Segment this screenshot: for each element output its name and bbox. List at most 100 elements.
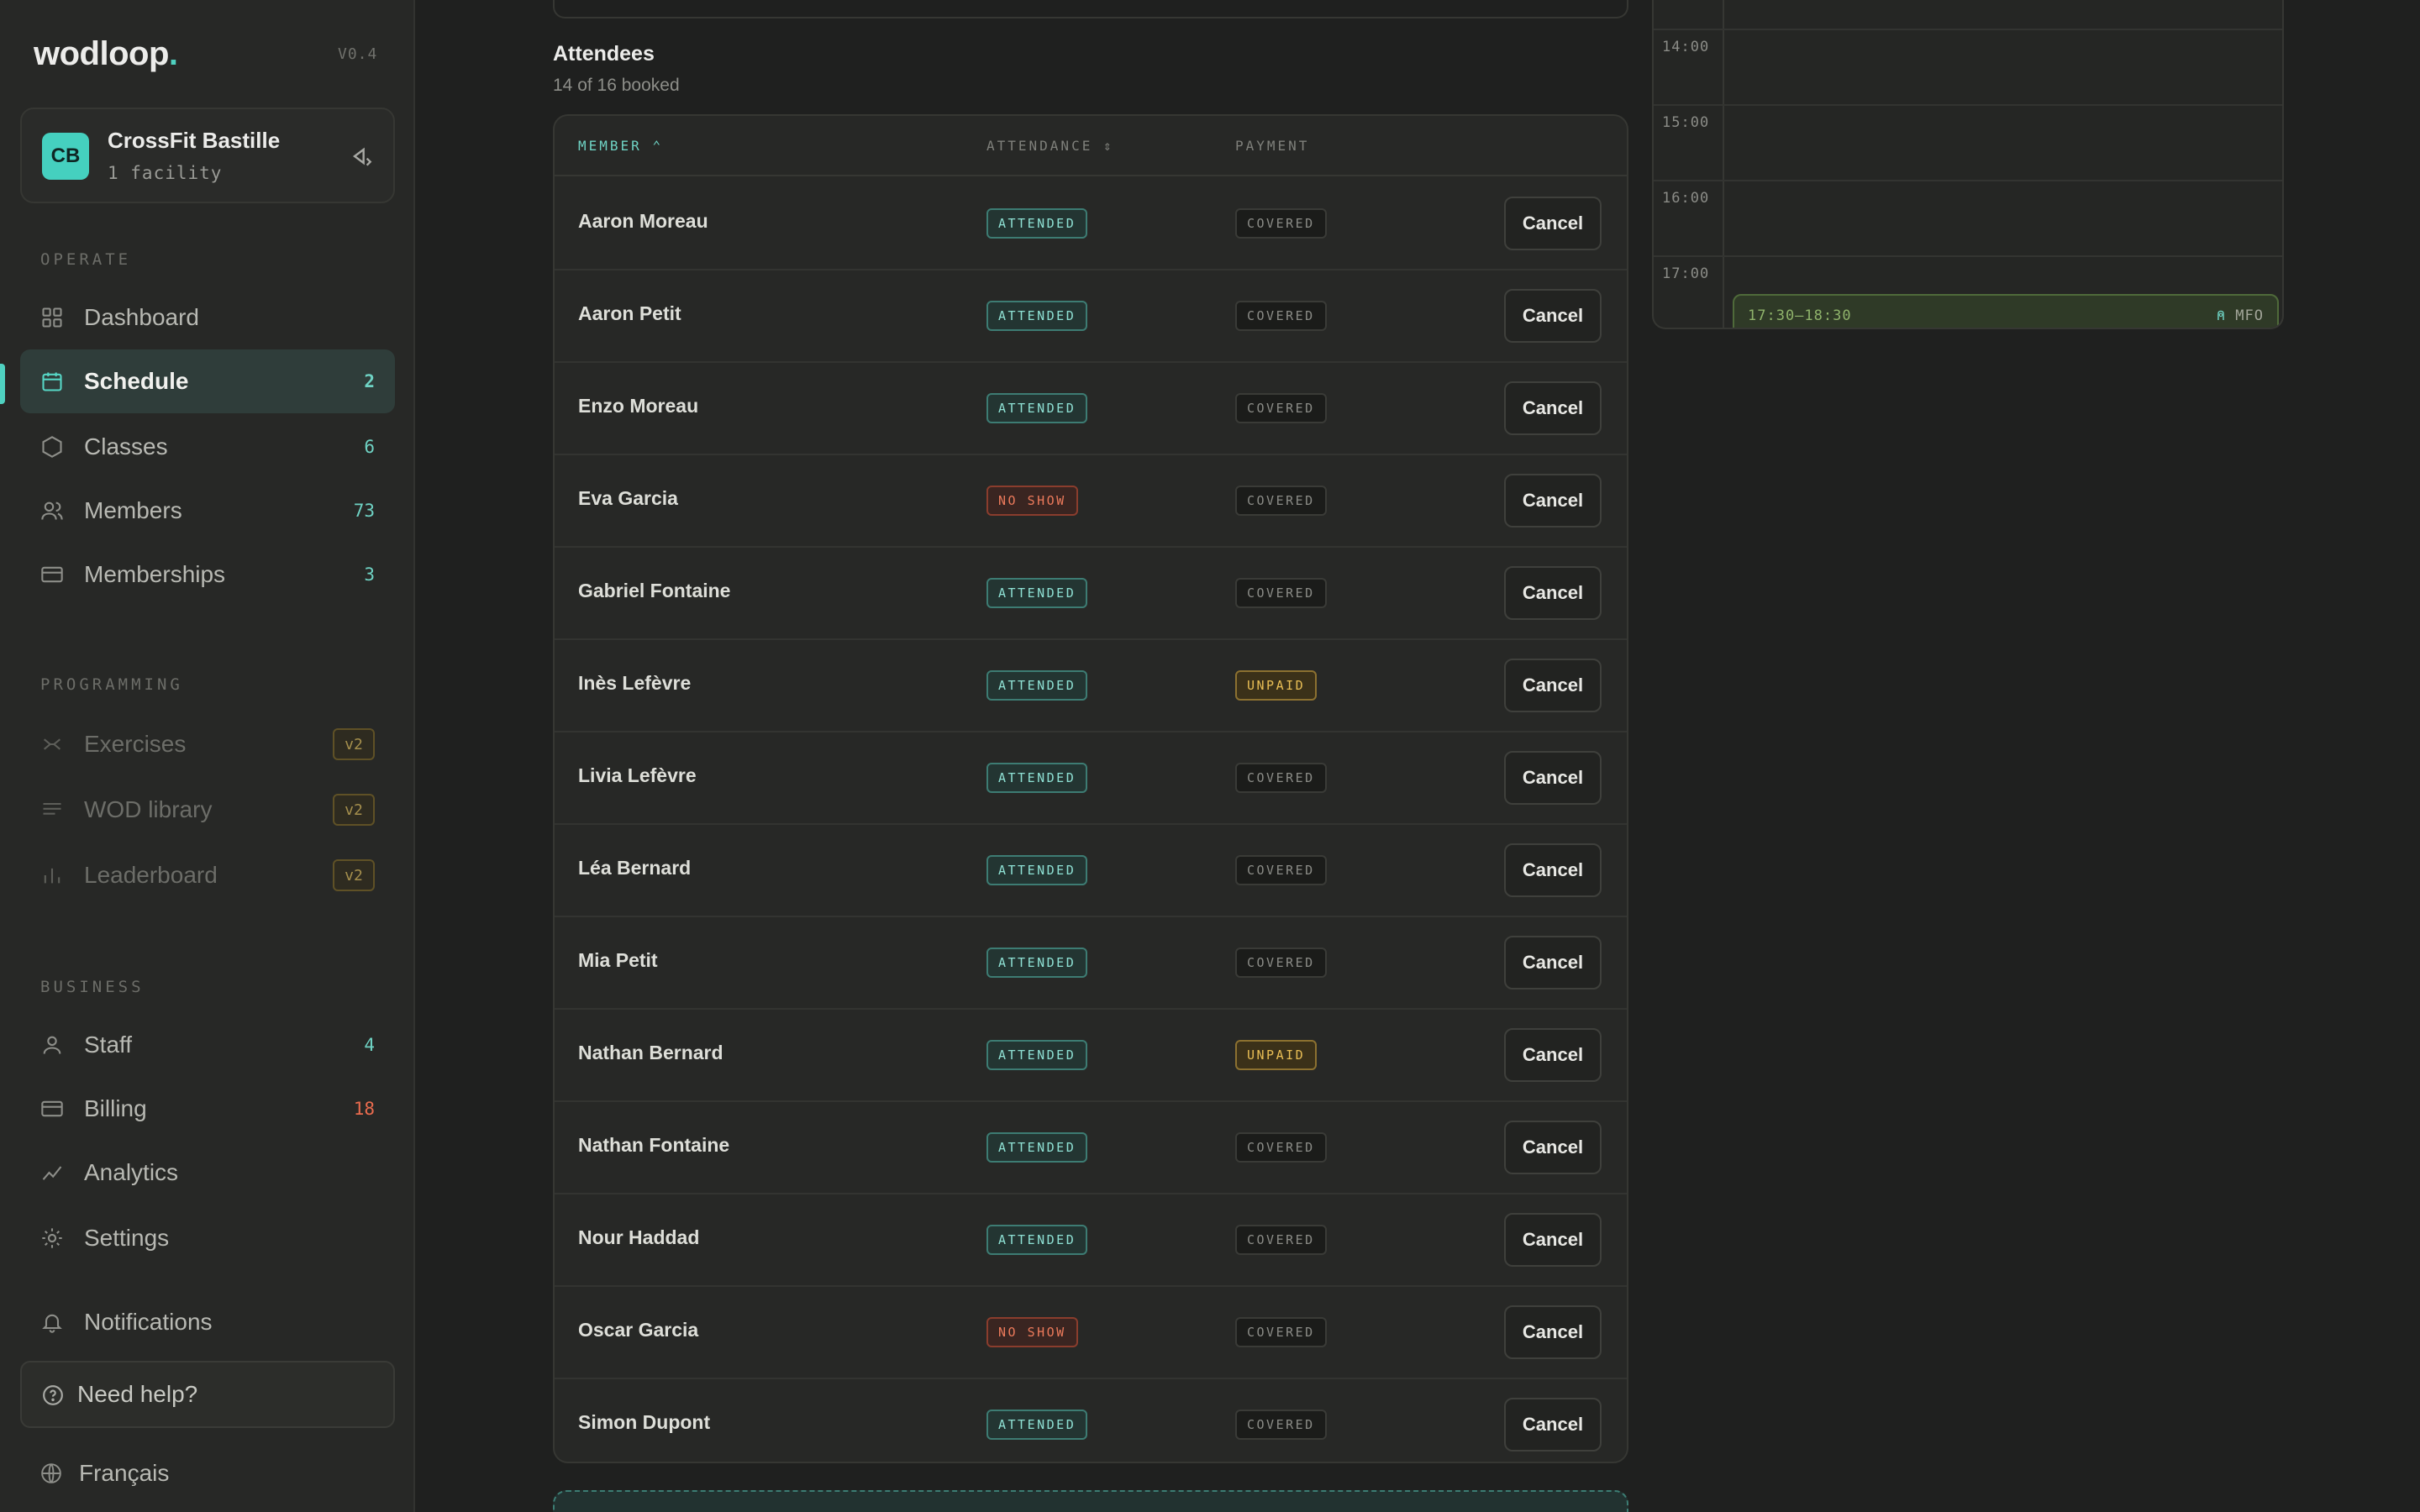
attendance-badge[interactable]: ATTENDED	[986, 670, 1088, 701]
cancel-booking-button[interactable]: Cancel	[1504, 1398, 1602, 1452]
nav-memberships[interactable]: Memberships 3	[20, 543, 395, 606]
member-name[interactable]: Enzo Moreau	[578, 395, 698, 417]
dumbbell-icon	[43, 738, 61, 750]
cancel-booking-button[interactable]: Cancel	[1504, 936, 1602, 990]
attendees-table: MEMBER ⌃ ATTENDANCE ⇕ PAYMENT Aaron More…	[553, 114, 1628, 1463]
table-row: Léa Bernard ATTENDED COVERED Cancel	[555, 825, 1627, 917]
member-name[interactable]: Oscar Garcia	[578, 1319, 698, 1341]
attendance-badge[interactable]: ATTENDED	[986, 1040, 1088, 1070]
nav-staff-count: 4	[364, 1035, 375, 1055]
attendance-badge[interactable]: NO SHOW	[986, 1317, 1078, 1347]
nav-settings[interactable]: Settings	[20, 1206, 395, 1270]
table-row: Livia Lefèvre ATTENDED COVERED Cancel	[555, 732, 1627, 825]
cancel-booking-button[interactable]: Cancel	[1504, 566, 1602, 620]
member-name[interactable]: Eva Garcia	[578, 487, 678, 510]
nav-dashboard[interactable]: Dashboard	[20, 286, 395, 349]
attendance-badge[interactable]: ATTENDED	[986, 301, 1088, 331]
payment-badge: COVERED	[1235, 763, 1327, 793]
table-header: MEMBER ⌃ ATTENDANCE ⇕ PAYMENT	[555, 116, 1627, 176]
cancel-booking-button[interactable]: Cancel	[1504, 1305, 1602, 1359]
cancel-booking-button[interactable]: Cancel	[1504, 1213, 1602, 1267]
org-switcher[interactable]: CB CrossFit Bastille 1 facility	[20, 108, 395, 203]
attendance-badge[interactable]: ATTENDED	[986, 763, 1088, 793]
hexagon-icon	[42, 436, 62, 458]
event-coach-initials: MFO	[2235, 307, 2264, 324]
brand-name: wodloop	[34, 35, 169, 72]
cancel-booking-button[interactable]: Cancel	[1504, 843, 1602, 897]
v2-badge: v2	[333, 859, 375, 891]
brand-logo[interactable]: wodloop.	[34, 35, 178, 73]
collapse-sidebar-icon[interactable]	[348, 143, 375, 170]
cancel-booking-button[interactable]: Cancel	[1504, 197, 1602, 250]
version-label: V0.4	[338, 45, 378, 63]
member-name[interactable]: Inès Lefèvre	[578, 672, 691, 695]
nav-leaderboard[interactable]: Leaderboard v2	[20, 843, 395, 907]
member-name[interactable]: Nathan Fontaine	[578, 1134, 729, 1157]
nav-notifications[interactable]: Notifications	[20, 1290, 395, 1354]
attendance-badge[interactable]: ATTENDED	[986, 208, 1088, 239]
attendance-badge[interactable]: ATTENDED	[986, 1225, 1088, 1255]
cancel-booking-button[interactable]: Cancel	[1504, 289, 1602, 343]
nav-classes-count: 6	[364, 437, 375, 457]
help-circle-icon	[43, 1385, 63, 1405]
cancel-booking-button[interactable]: Cancel	[1504, 659, 1602, 712]
nav-classes[interactable]: Classes 6	[20, 415, 395, 479]
cancel-booking-button[interactable]: Cancel	[1504, 1121, 1602, 1174]
language-switcher[interactable]: Français	[20, 1455, 169, 1492]
brand-dot: .	[168, 35, 178, 72]
payment-badge: COVERED	[1235, 208, 1327, 239]
column-payment: PAYMENT	[1235, 138, 1310, 154]
member-name[interactable]: Nour Haddad	[578, 1226, 699, 1249]
attendance-badge[interactable]: ATTENDED	[986, 948, 1088, 978]
nav-analytics[interactable]: Analytics	[20, 1141, 395, 1205]
nav-wod-library[interactable]: WOD library v2	[20, 778, 395, 842]
attendance-badge[interactable]: NO SHOW	[986, 486, 1078, 516]
nav-members-label: Members	[84, 497, 182, 523]
org-facility-count: 1 facility	[108, 163, 223, 183]
member-name[interactable]: Nathan Bernard	[578, 1042, 723, 1064]
calendar-event[interactable]: 17:30–18:30 ⍝ MFO	[1733, 294, 2279, 328]
hour-line	[1654, 255, 2282, 257]
add-attendee-dropzone[interactable]	[553, 1490, 1628, 1512]
card-icon	[41, 566, 63, 583]
nav-notifications-label: Notifications	[84, 1309, 213, 1335]
nav-settings-label: Settings	[84, 1225, 170, 1251]
nav-wod-library-label: WOD library	[84, 796, 213, 822]
sort-asc-icon: ⌃	[652, 138, 664, 154]
nav-staff[interactable]: Staff 4	[20, 1013, 395, 1077]
grid-icon	[42, 307, 62, 328]
column-attendance[interactable]: ATTENDANCE ⇕	[986, 138, 1114, 154]
member-name[interactable]: Mia Petit	[578, 949, 658, 972]
event-coach: ⍝ MFO	[2217, 307, 2264, 324]
attendance-badge[interactable]: ATTENDED	[986, 1410, 1088, 1440]
member-name[interactable]: Simon Dupont	[578, 1411, 710, 1434]
card-icon	[41, 1100, 63, 1117]
table-row: Aaron Petit ATTENDED COVERED Cancel	[555, 270, 1627, 363]
nav-schedule[interactable]: Schedule 2	[20, 349, 395, 413]
cancel-booking-button[interactable]: Cancel	[1504, 751, 1602, 805]
column-member[interactable]: MEMBER ⌃	[578, 138, 663, 154]
nav-exercises[interactable]: Exercises v2	[20, 712, 395, 776]
cancel-booking-button[interactable]: Cancel	[1504, 1028, 1602, 1082]
nav-analytics-label: Analytics	[84, 1159, 179, 1185]
attendance-badge[interactable]: ATTENDED	[986, 855, 1088, 885]
table-row: Nour Haddad ATTENDED COVERED Cancel	[555, 1194, 1627, 1287]
attendance-badge[interactable]: ATTENDED	[986, 578, 1088, 608]
help-button[interactable]: Need help?	[20, 1361, 395, 1428]
member-name[interactable]: Aaron Moreau	[578, 210, 708, 233]
member-name[interactable]: Gabriel Fontaine	[578, 580, 730, 602]
previous-card	[553, 0, 1628, 18]
nav-members-count: 73	[353, 501, 375, 521]
nav-billing[interactable]: Billing 18	[20, 1077, 395, 1141]
attendance-badge[interactable]: ATTENDED	[986, 1132, 1088, 1163]
member-name[interactable]: Aaron Petit	[578, 302, 681, 325]
list-icon	[43, 802, 61, 815]
nav-members[interactable]: Members 73	[20, 479, 395, 543]
cancel-booking-button[interactable]: Cancel	[1504, 381, 1602, 435]
table-row: Eva Garcia NO SHOW COVERED Cancel	[555, 455, 1627, 548]
member-name[interactable]: Léa Bernard	[578, 857, 691, 879]
member-name[interactable]: Livia Lefèvre	[578, 764, 697, 787]
hour-label: 17:00	[1662, 265, 1710, 282]
cancel-booking-button[interactable]: Cancel	[1504, 474, 1602, 528]
attendance-badge[interactable]: ATTENDED	[986, 393, 1088, 423]
